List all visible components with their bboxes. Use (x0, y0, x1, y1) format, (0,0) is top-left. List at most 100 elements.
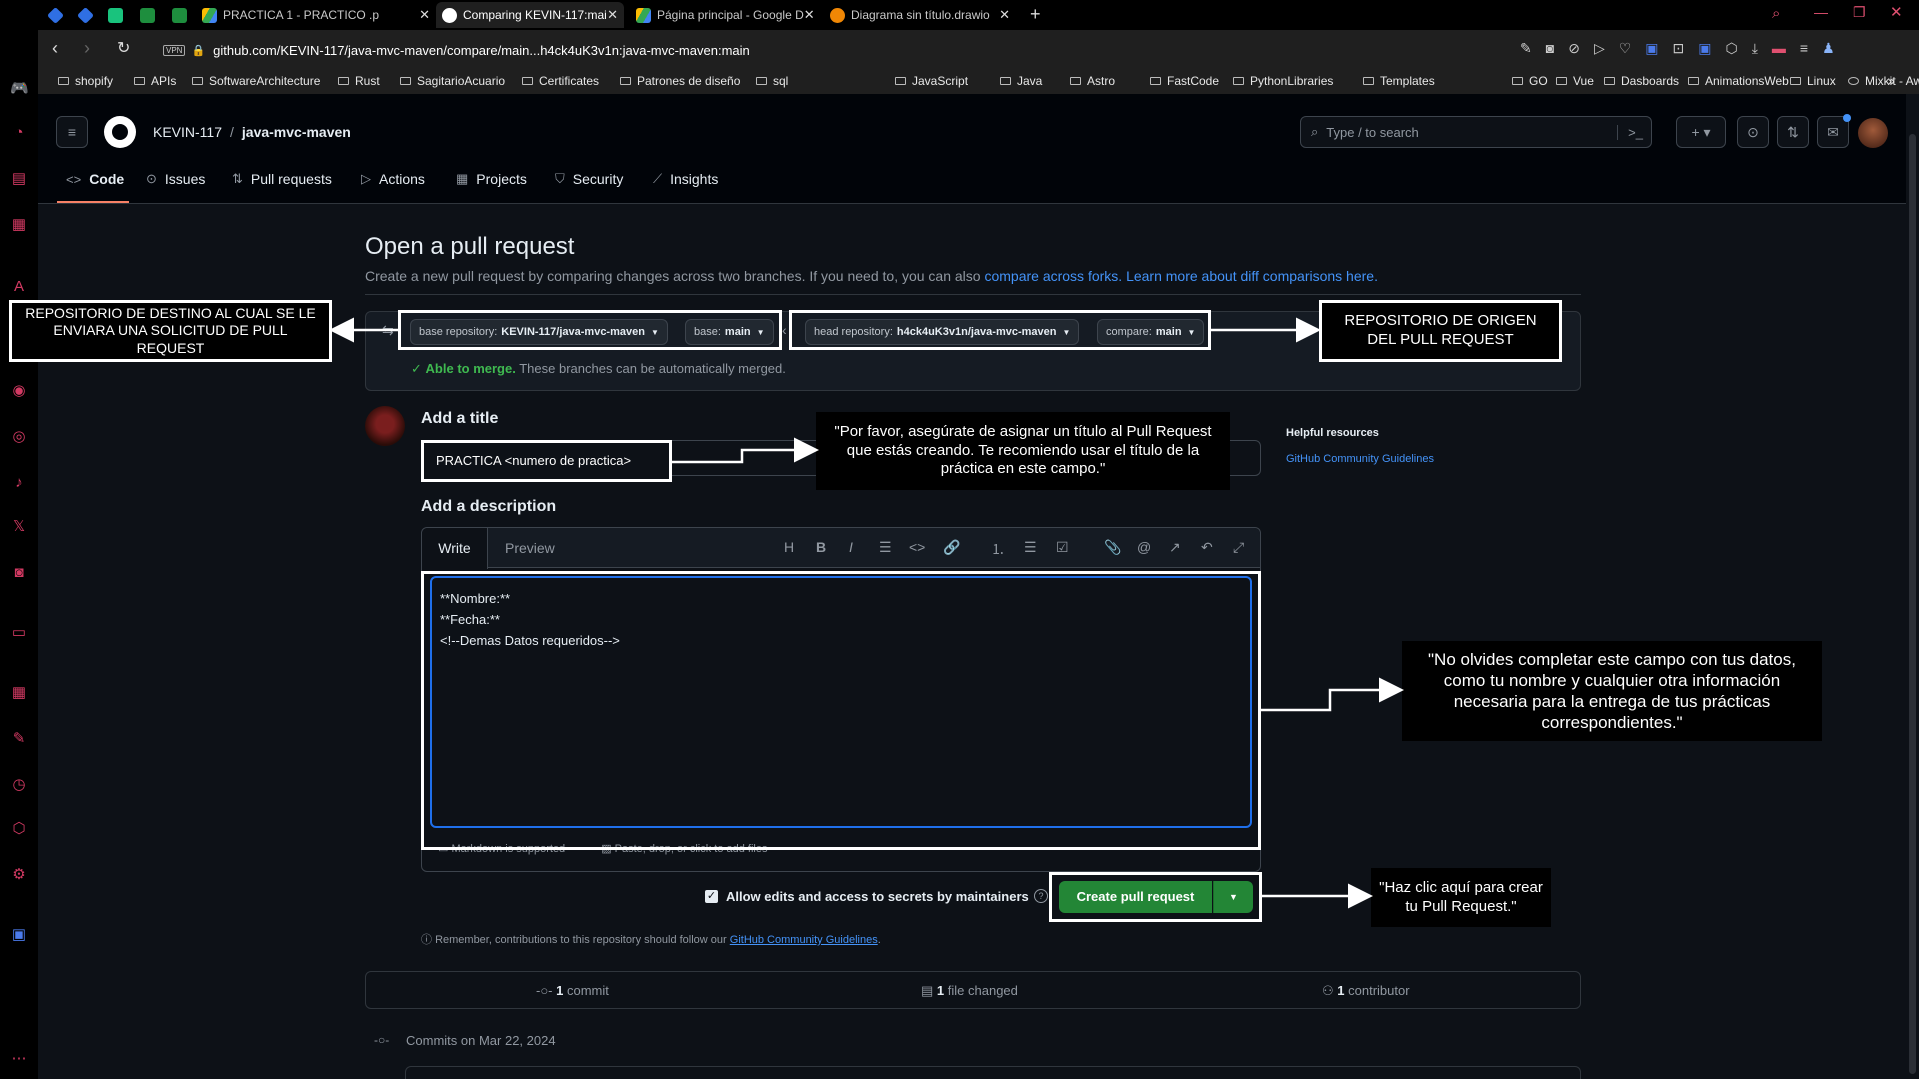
bookmark-item[interactable]: Dasboards (1604, 74, 1679, 88)
bold-icon[interactable]: B (816, 539, 826, 555)
tab-sheets-2[interactable] (166, 2, 188, 28)
learn-more-link[interactable]: Learn more about diff comparisons here. (1126, 268, 1378, 284)
tab-drawio[interactable]: Diagrama sin título.drawio ✕ (824, 2, 1016, 28)
command-palette-icon[interactable]: >_ (1617, 124, 1643, 140)
cube-icon[interactable]: ⬡ (10, 820, 28, 838)
messenger-icon[interactable]: ◉ (10, 382, 28, 400)
tab-practica[interactable]: PRACTICA 1 - PRACTICO .p ✕ (196, 2, 436, 28)
fullscreen-icon[interactable]: ⤢ (1233, 539, 1244, 556)
quote-icon[interactable]: ☰ (879, 539, 892, 556)
files-changed-count[interactable]: ▤ 1 file changed (921, 983, 1018, 999)
heart-icon[interactable]: ♡ (1619, 40, 1632, 57)
italic-icon[interactable]: I (849, 539, 853, 555)
gamepad-icon[interactable]: 🎮 (10, 80, 29, 98)
address-bar[interactable]: VPN 🔒 github.com/KEVIN-117/java-mvc-mave… (163, 38, 1443, 62)
edit-icon[interactable]: ✎ (1520, 40, 1532, 57)
restore-button[interactable]: ❐ (1853, 4, 1866, 21)
close-window-button[interactable]: ✕ (1890, 3, 1903, 21)
github-logo-icon[interactable] (104, 116, 136, 148)
code-icon[interactable]: ⊡ (1673, 40, 1685, 57)
download-icon[interactable]: ⤓ (1752, 40, 1758, 57)
speed-icon[interactable]: ◔ (10, 124, 28, 142)
tab-google-drive[interactable]: Página principal - Google D ✕ (630, 2, 818, 28)
help-icon[interactable]: ? (1034, 889, 1048, 903)
user-avatar[interactable] (1858, 118, 1888, 148)
mention-icon[interactable]: @ (1137, 539, 1151, 555)
back-icon[interactable]: ‹ (52, 38, 58, 59)
hamburger-menu-button[interactable]: ≡ (56, 116, 88, 148)
tab-issues[interactable]: ⊙ Issues (146, 171, 205, 187)
play-icon[interactable]: ▷ (1594, 40, 1605, 57)
link-icon[interactable]: 🔗 (943, 539, 960, 556)
grid-icon[interactable]: ▦ (10, 684, 28, 702)
bookmark-item[interactable]: Linux (1790, 74, 1836, 88)
close-tab-icon[interactable]: ✕ (804, 7, 815, 23)
history-icon[interactable]: ◷ (10, 776, 28, 794)
tab-pull-requests[interactable]: ⇅ Pull requests (232, 171, 332, 187)
reload-icon[interactable]: ↻ (117, 38, 130, 58)
tab-actions[interactable]: ▷ Actions (361, 171, 425, 187)
close-tab-icon[interactable]: ✕ (607, 7, 618, 23)
more-icon[interactable]: ⋯ (10, 1050, 28, 1068)
bookmark-item[interactable]: Vue (1556, 74, 1594, 88)
bookmark-item[interactable]: Java (1000, 74, 1042, 88)
tab-extension-1[interactable] (42, 2, 64, 28)
menu-icon[interactable]: ≡ (1800, 40, 1808, 57)
aria-icon[interactable]: A (10, 278, 28, 296)
bookmark-item[interactable]: FastCode (1150, 74, 1219, 88)
ordered-list-icon[interactable]: ⒈ (991, 539, 1005, 559)
pull-requests-icon[interactable]: ⇅ (1777, 116, 1809, 148)
close-tab-icon[interactable]: ✕ (419, 7, 430, 23)
attach-icon[interactable]: 📎 (1104, 539, 1121, 556)
allow-edits-checkbox[interactable]: ✓ (705, 890, 718, 903)
search-input[interactable]: ⌕ Type / to search >_ (1300, 116, 1652, 148)
minimize-button[interactable]: — (1814, 4, 1828, 20)
calendar-icon[interactable]: ▦ (10, 216, 28, 234)
tab-security[interactable]: ⛉ Security (555, 171, 623, 187)
bookmark-item[interactable]: Mixkit - Awesome f... (1848, 74, 1919, 88)
bookmark-item[interactable]: Patrones de diseño (620, 74, 740, 88)
reference-icon[interactable]: ↗ (1169, 539, 1181, 556)
tab-chatgpt[interactable] (102, 2, 124, 28)
x-icon[interactable]: 𝕏 (10, 518, 28, 536)
bookmark-item[interactable]: Rust (338, 74, 380, 88)
box-icon[interactable]: ⬡ (1725, 40, 1737, 57)
battery-icon[interactable]: ▬ (1772, 40, 1786, 57)
shield-icon[interactable]: ▣ (1698, 40, 1711, 57)
tab-write[interactable]: Write (422, 528, 488, 569)
scrollbar-thumb[interactable] (1909, 134, 1916, 1074)
tab-code[interactable]: <> Code (66, 171, 124, 187)
search-tabs-icon[interactable]: ⌕ (1772, 5, 1780, 22)
close-tab-icon[interactable]: ✕ (999, 7, 1010, 23)
bookmark-item[interactable]: sql (756, 74, 788, 88)
undo-icon[interactable]: ↶ (1201, 539, 1213, 556)
tab-insights[interactable]: ⟋ Insights (653, 171, 718, 187)
helpful-guidelines-link[interactable]: GitHub Community Guidelines (1286, 453, 1434, 465)
wallet-icon[interactable]: ▭ (10, 624, 28, 642)
code-icon[interactable]: <> (909, 539, 925, 555)
translate-icon[interactable]: ▣ (1645, 40, 1658, 57)
bookmark-item[interactable]: AnimationsWeb (1688, 74, 1789, 88)
bookmark-item[interactable]: shopify (58, 74, 113, 88)
bitwarden-icon[interactable]: ▣ (10, 926, 28, 944)
instagram-icon[interactable]: ◎ (10, 428, 28, 446)
url-text[interactable]: github.com/KEVIN-117/java-mvc-maven/comp… (213, 43, 750, 58)
allow-edits-label[interactable]: Allow edits and access to secrets by mai… (726, 889, 1029, 904)
bookmark-item[interactable]: Templates (1363, 74, 1435, 88)
tab-sheets-1[interactable] (134, 2, 156, 28)
bookmark-item[interactable]: APIs (134, 74, 176, 88)
vpn-badge[interactable]: VPN (163, 44, 186, 56)
new-tab-button[interactable]: + (1030, 4, 1041, 25)
bookmark-item[interactable]: JavaScript (895, 74, 968, 88)
lock-icon[interactable]: 🔒 (191, 44, 205, 57)
issues-icon[interactable]: ⊙ (1737, 116, 1769, 148)
unordered-list-icon[interactable]: ☰ (1024, 539, 1037, 556)
profile-icon[interactable]: ♟ (1822, 40, 1835, 57)
camera-icon[interactable]: ◙ (1546, 40, 1554, 57)
create-new-button[interactable]: + ▾ (1676, 116, 1726, 148)
bookmark-item[interactable]: GO (1512, 74, 1548, 88)
bookmark-item[interactable]: Astro (1070, 74, 1115, 88)
task-list-icon[interactable]: ☑ (1056, 539, 1069, 556)
bookmark-item[interactable]: SagitarioAcuario (400, 74, 505, 88)
bookmark-item[interactable]: PythonLibraries (1233, 74, 1333, 88)
